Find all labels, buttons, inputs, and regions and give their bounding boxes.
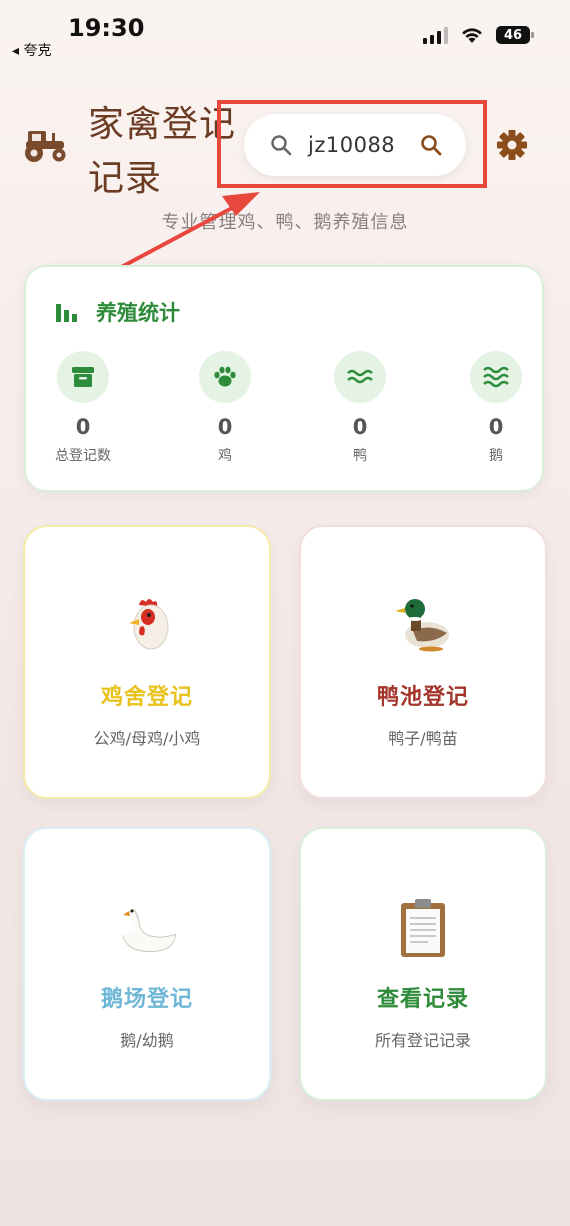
tile-chicken-title: 鸡舍登记 — [100, 685, 193, 710]
stat-duck: 0 鸭 — [305, 351, 415, 465]
rooster-icon — [129, 599, 169, 650]
page-subtitle: 专业管理鸡、鸭、鹅养殖信息 — [161, 212, 409, 233]
tile-goose-subtitle: 鹅/幼鹅 — [120, 1031, 174, 1050]
battery-level: 46 — [503, 27, 523, 43]
bar-chart-icon — [56, 304, 77, 322]
tile-duck-subtitle: 鸭子/鸭苗 — [388, 729, 458, 748]
stat-goose: 0 鹅 — [441, 351, 551, 465]
tile-duck-register[interactable]: 鸭池登记 鸭子/鸭苗 — [299, 525, 547, 799]
status-icons: 46 — [423, 26, 534, 44]
swan-icon — [122, 908, 177, 953]
stat-total: 0 总登记数 — [28, 351, 138, 465]
status-time: 19:30 — [68, 14, 145, 42]
stat-total-value: 0 — [75, 415, 91, 439]
tile-view-records[interactable]: 查看记录 所有登记记录 — [299, 827, 547, 1101]
app-title: 家禽登记记录 — [88, 104, 237, 199]
stat-duck-value: 0 — [352, 415, 368, 439]
tile-chicken-register[interactable]: 鸡舍登记 公鸡/母鸡/小鸡 — [23, 525, 271, 799]
stats-header: 养殖统计 — [54, 297, 180, 327]
tile-duck-title: 鸭池登记 — [376, 685, 469, 710]
cellular-signal-icon — [423, 26, 448, 44]
tile-chicken-subtitle: 公鸡/母鸡/小鸡 — [93, 729, 201, 748]
tile-records-title: 查看记录 — [376, 987, 469, 1012]
stat-duck-label: 鸭 — [353, 448, 367, 464]
stat-chicken: 0 鸡 — [170, 351, 280, 465]
tile-goose-title: 鹅场登记 — [100, 987, 193, 1012]
back-to-app-link[interactable]: ◂ 夸克 — [12, 40, 51, 60]
paw-icon — [214, 366, 236, 387]
stat-total-label: 总登记数 — [55, 448, 111, 464]
tile-goose-register[interactable]: 鹅场登记 鹅/幼鹅 — [23, 827, 271, 1101]
stat-chicken-value: 0 — [217, 415, 233, 439]
water-waves-icon — [483, 366, 509, 388]
tractor-icon — [25, 131, 66, 162]
annotation-highlight-box — [217, 100, 487, 188]
waves-icon — [347, 369, 373, 384]
clipboard-icon — [401, 899, 445, 957]
stats-title: 养殖统计 — [96, 301, 180, 325]
battery-icon: 46 — [496, 26, 534, 44]
stat-goose-label: 鹅 — [489, 448, 503, 464]
archive-box-icon — [72, 367, 94, 387]
stats-card: 养殖统计 0 总登记数 0 鸡 0 鸭 0 鹅 — [24, 265, 544, 492]
stat-goose-value: 0 — [488, 415, 504, 439]
stat-chicken-label: 鸡 — [218, 448, 232, 464]
wifi-icon — [462, 28, 482, 43]
tile-records-subtitle: 所有登记记录 — [374, 1031, 471, 1050]
duck-icon — [395, 599, 449, 652]
gear-icon[interactable] — [497, 129, 527, 161]
